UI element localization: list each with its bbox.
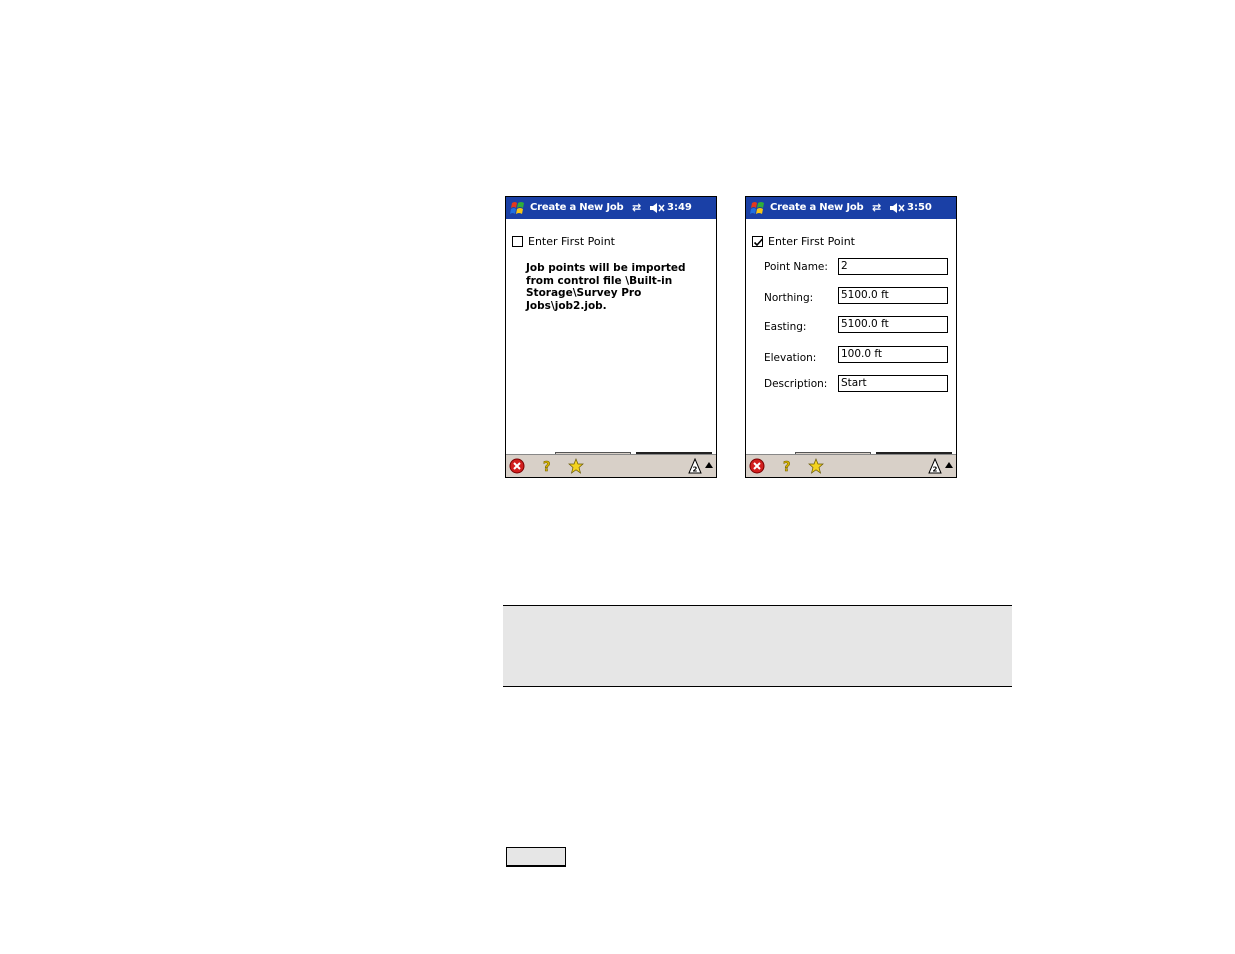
enter-first-point-checkbox[interactable] (752, 235, 764, 247)
description-row: Description: Start (764, 375, 950, 393)
svg-text:?: ? (543, 460, 551, 474)
checkbox-label: Enter First Point (768, 234, 855, 248)
keyboard-input-icon[interactable]: 2 (688, 458, 702, 474)
description-input[interactable]: Start (838, 375, 948, 392)
elevation-input[interactable]: 100.0 ft (838, 346, 948, 363)
svg-text:2: 2 (933, 466, 938, 474)
elevation-label: Elevation: (764, 352, 817, 364)
help-icon[interactable]: ? (539, 458, 555, 474)
checkbox-label: Enter First Point (528, 234, 615, 248)
easting-row: Easting: 5100.0 ft (764, 316, 950, 334)
svg-text:?: ? (783, 460, 791, 474)
import-message: Job points will be imported from control… (526, 262, 686, 312)
arrow-up-icon[interactable] (945, 462, 953, 468)
blank-button[interactable] (506, 847, 566, 867)
svg-text:2: 2 (693, 466, 698, 474)
title-bar: Create a New Job ⇄ 3:49 (506, 197, 716, 219)
enter-first-point-option[interactable]: Enter First Point (512, 234, 615, 248)
note-box (503, 605, 1012, 687)
device-screen-left: Create a New Job ⇄ 3:49 Enter First Poin… (505, 196, 717, 478)
title-bar: Create a New Job ⇄ 3:50 (746, 197, 956, 219)
elevation-row: Elevation: 100.0 ft (764, 346, 950, 364)
arrow-up-icon[interactable] (705, 462, 713, 468)
close-icon[interactable] (749, 458, 765, 474)
help-icon[interactable]: ? (779, 458, 795, 474)
clock[interactable]: 3:49 (667, 202, 692, 213)
enter-first-point-option[interactable]: Enter First Point (752, 234, 855, 248)
taskbar: ? 2 (506, 454, 716, 477)
sync-arrows-icon[interactable]: ⇄ (632, 201, 641, 214)
window-title: Create a New Job (770, 202, 864, 213)
checkmark-icon (753, 237, 764, 246)
content-area: Enter First Point Job points will be imp… (506, 219, 716, 470)
easting-label: Easting: (764, 321, 807, 333)
point-name-row: Point Name: 2 (764, 258, 950, 276)
description-label: Description: (764, 378, 828, 390)
content-area: Enter First Point Point Name: 2 Northing… (746, 219, 956, 470)
close-icon[interactable] (509, 458, 525, 474)
sync-arrows-icon[interactable]: ⇄ (872, 201, 881, 214)
keyboard-input-icon[interactable]: 2 (928, 458, 942, 474)
star-icon[interactable] (568, 458, 584, 474)
enter-first-point-checkbox[interactable] (512, 235, 523, 247)
point-name-label: Point Name: (764, 261, 828, 273)
taskbar: ? 2 (746, 454, 956, 477)
window-title: Create a New Job (530, 202, 624, 213)
star-icon[interactable] (808, 458, 824, 474)
speaker-muted-icon[interactable] (649, 202, 665, 214)
speaker-muted-icon[interactable] (889, 202, 905, 214)
northing-input[interactable]: 5100.0 ft (838, 287, 948, 304)
point-name-input[interactable]: 2 (838, 258, 948, 275)
device-screen-right: Create a New Job ⇄ 3:50 Enter First Poin… (745, 196, 957, 478)
northing-label: Northing: (764, 292, 814, 304)
windows-flag-icon[interactable] (508, 199, 528, 217)
clock[interactable]: 3:50 (907, 202, 932, 213)
easting-input[interactable]: 5100.0 ft (838, 316, 948, 333)
windows-flag-icon[interactable] (748, 199, 768, 217)
northing-row: Northing: 5100.0 ft (764, 287, 950, 305)
